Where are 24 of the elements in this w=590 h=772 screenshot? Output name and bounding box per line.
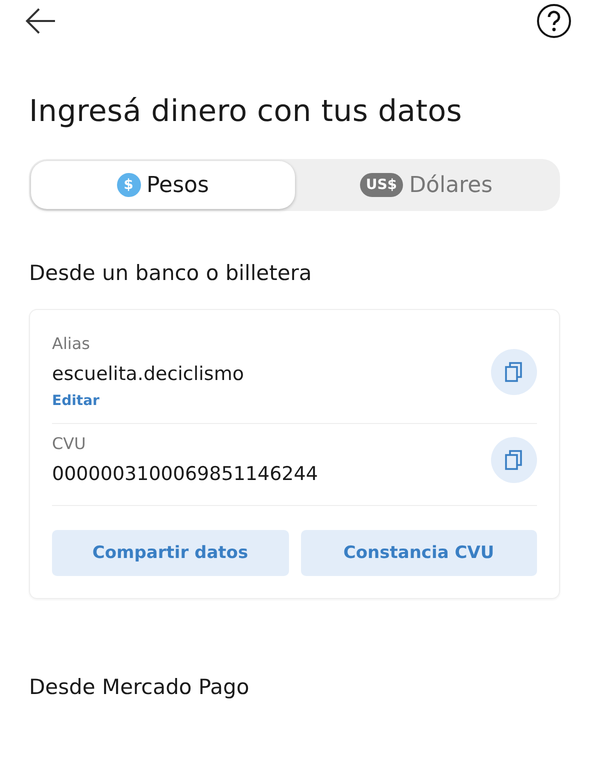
help-button[interactable] bbox=[536, 3, 572, 39]
field-label: CVU bbox=[52, 434, 87, 453]
action-button[interactable]: Constancia CVU bbox=[300, 530, 537, 576]
currency-tab[interactable]: US$ Dólares bbox=[294, 161, 558, 209]
copy-icon bbox=[504, 448, 524, 470]
back-button[interactable] bbox=[24, 6, 58, 36]
section-title: Desde Mercado Pago bbox=[29, 675, 250, 699]
section-title: Desde un banco o billetera bbox=[29, 261, 313, 285]
currency-tab[interactable]: $ Pesos bbox=[31, 161, 294, 209]
tab-label: Pesos bbox=[146, 172, 209, 198]
currency-badge: US$ bbox=[360, 173, 404, 197]
copy-icon bbox=[504, 360, 524, 382]
field-label: Alias bbox=[52, 334, 91, 353]
field-value: escuelita.deciclismo bbox=[52, 363, 244, 385]
field-value: 0000003100069851146244 bbox=[52, 463, 318, 485]
currency-badge: $ bbox=[116, 173, 141, 197]
copy-button[interactable] bbox=[491, 436, 537, 482]
help-icon bbox=[536, 3, 572, 39]
tab-label: Dólares bbox=[409, 172, 493, 198]
back-arrow-icon bbox=[24, 6, 58, 36]
page-title: Ingresá dinero con tus datos bbox=[29, 94, 464, 129]
edit-link[interactable]: Editar bbox=[52, 393, 244, 409]
action-button[interactable]: Compartir datos bbox=[52, 530, 288, 576]
copy-button[interactable] bbox=[491, 348, 537, 394]
